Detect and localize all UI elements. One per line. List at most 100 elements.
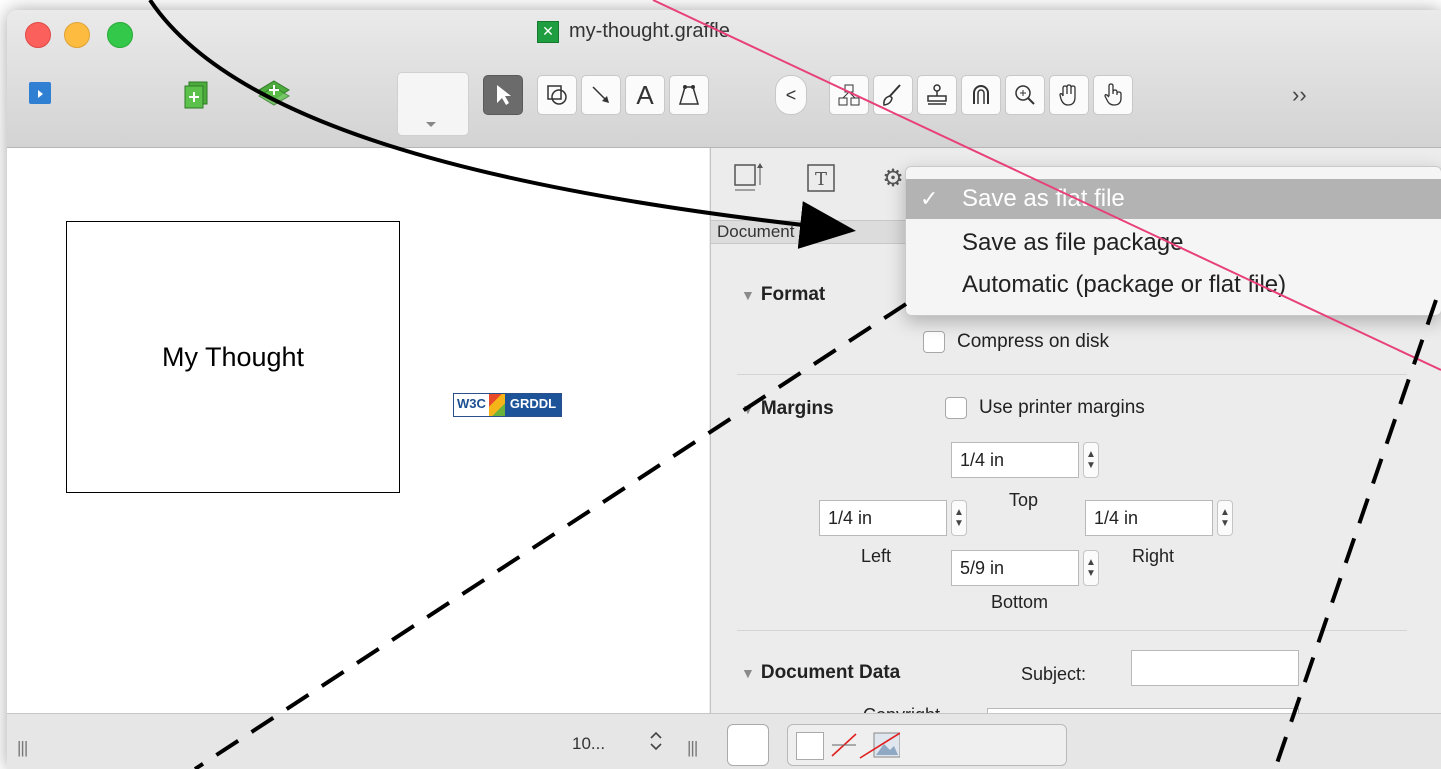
new-layer-icon xyxy=(258,80,290,106)
drawing-canvas[interactable]: My Thought W3C GRDDL xyxy=(7,148,709,713)
chevron-left-icon: < xyxy=(785,84,797,105)
w3c-grddl-badge[interactable]: W3C GRDDL xyxy=(453,393,563,417)
style-brush-tool-button[interactable] xyxy=(873,75,913,115)
pen-tool-button[interactable] xyxy=(669,75,709,115)
menu-item-save-as-file-package[interactable]: Save as file package xyxy=(906,223,1441,263)
window-title: ✕ my-thought.graffle xyxy=(537,20,730,43)
hand-tool-button[interactable] xyxy=(1049,75,1089,115)
close-window-button[interactable] xyxy=(25,22,51,48)
selection-tool-button[interactable] xyxy=(483,75,523,115)
disclosure-triangle-icon: ▼ xyxy=(741,287,755,303)
left-margin-field[interactable]: 1/4 in xyxy=(819,500,947,536)
text-box-icon: T xyxy=(807,164,835,192)
arrow-pointer-icon xyxy=(497,85,511,105)
double-chevron-icon: ›› xyxy=(1292,82,1307,107)
minimize-window-button[interactable] xyxy=(64,22,90,48)
style-tray-button[interactable] xyxy=(397,72,469,136)
zoom-tool-button[interactable] xyxy=(1005,75,1045,115)
style-brush-icon xyxy=(883,84,901,106)
gear-icon: ⚙ xyxy=(882,164,904,192)
subject-field[interactable] xyxy=(1131,650,1299,686)
fill-style-control[interactable] xyxy=(787,724,1067,766)
diagram-tree-icon xyxy=(838,84,860,106)
up-down-chevron-icon xyxy=(650,731,662,751)
left-margin-stepper[interactable]: ▲ ▼ xyxy=(951,500,967,536)
disclosure-triangle-icon: ▼ xyxy=(741,401,755,417)
tab-geometry[interactable] xyxy=(733,162,765,194)
rubber-stamp-icon xyxy=(927,84,947,105)
app-window: ✕ my-thought.graffle A < ›› My Thought W… xyxy=(7,10,1441,769)
margins-section-title[interactable]: ▼ Margins xyxy=(741,398,834,420)
badge-w3c-text: W3C xyxy=(454,394,489,416)
top-margin-field[interactable]: 1/4 in xyxy=(951,442,1079,478)
bottom-margin-label: Bottom xyxy=(991,592,1049,612)
use-printer-margins-checkbox[interactable] xyxy=(945,397,967,419)
bezier-pen-icon xyxy=(678,85,700,105)
text-a-icon: A xyxy=(636,79,654,110)
bottom-margin-stepper[interactable]: ▲ ▼ xyxy=(1083,550,1099,586)
new-canvas-icon xyxy=(184,81,208,109)
pointing-hand-icon xyxy=(1104,83,1122,106)
zoom-level[interactable]: 10... xyxy=(572,734,605,754)
graffle-document-icon: ✕ xyxy=(537,20,559,43)
menu-item-save-as-flat-file[interactable]: ✓ Save as flat file xyxy=(906,179,1441,219)
toolbar-overflow-button[interactable]: ›› xyxy=(1292,82,1307,108)
zoom-window-button[interactable] xyxy=(107,22,133,48)
text-tool-button[interactable]: A xyxy=(625,75,665,115)
magnet-icon xyxy=(973,85,989,104)
disclosure-triangle-icon: ▼ xyxy=(741,665,755,681)
section-divider xyxy=(737,374,1407,375)
shape-tool-button[interactable] xyxy=(537,75,577,115)
tab-text[interactable]: T xyxy=(805,162,837,194)
new-layer-button[interactable] xyxy=(257,78,291,108)
document-name: my-thought.graffle xyxy=(569,20,730,42)
w3c-cube-icon xyxy=(488,394,505,416)
left-grip[interactable]: ||| xyxy=(17,738,28,758)
bottom-margin-field[interactable]: 5/9 in xyxy=(951,550,1079,586)
line-arrow-icon xyxy=(592,86,609,103)
file-format-popup-menu: ✓ Save as flat file Save as file package… xyxy=(905,166,1441,316)
status-bar: ||| 10... ||| xyxy=(7,713,1441,769)
hand-icon xyxy=(1059,84,1076,106)
title-toolbar: ✕ my-thought.graffle A < ›› xyxy=(7,10,1441,148)
browse-tool-button[interactable] xyxy=(1093,75,1133,115)
magnet-tool-button[interactable] xyxy=(961,75,1001,115)
shape-text: My Thought xyxy=(161,341,305,372)
format-section-title[interactable]: ▼ Format xyxy=(741,284,825,306)
right-margin-label: Right xyxy=(1132,546,1175,566)
sidebar-toggle-button[interactable] xyxy=(29,82,53,106)
right-margin-stepper[interactable]: ▲ ▼ xyxy=(1217,500,1233,536)
copyright-label: Copyright xyxy=(863,705,940,713)
new-canvas-button[interactable] xyxy=(183,80,213,110)
compress-on-disk-row[interactable]: Compress on disk xyxy=(923,331,1109,353)
line-tool-button[interactable] xyxy=(581,75,621,115)
fill-color-swatch xyxy=(796,732,824,760)
checkmark-icon: ✓ xyxy=(920,186,939,211)
subject-label: Subject: xyxy=(1021,664,1087,684)
compress-on-disk-checkbox[interactable] xyxy=(923,331,945,353)
thought-shape[interactable]: My Thought xyxy=(66,221,400,493)
menu-item-automatic[interactable]: Automatic (package or flat file) xyxy=(906,265,1441,305)
top-margin-label: Top xyxy=(1009,490,1039,510)
svg-text:T: T xyxy=(815,169,827,190)
use-printer-margins-label: Use printer margins xyxy=(979,397,1145,418)
right-margin-field[interactable]: 1/4 in xyxy=(1085,500,1213,536)
zoom-stepper[interactable] xyxy=(647,730,665,757)
shape-icon xyxy=(547,85,567,105)
compress-on-disk-label: Compress on disk xyxy=(957,331,1110,352)
no-fill-image-icon xyxy=(831,732,900,759)
diagram-tool-button[interactable] xyxy=(829,75,869,115)
badge-grddl-text: GRDDL xyxy=(504,394,562,416)
use-printer-margins-row[interactable]: Use printer margins xyxy=(945,397,1145,419)
section-divider xyxy=(737,630,1407,631)
diagram-tool-back-button[interactable]: < xyxy=(775,75,807,115)
top-margin-stepper[interactable]: ▲ ▼ xyxy=(1083,442,1099,478)
magnifier-zoom-icon xyxy=(1015,85,1035,105)
sidebar-icon xyxy=(29,82,51,104)
document-data-section-title[interactable]: ▼ Document Data xyxy=(741,662,900,684)
geometry-icon xyxy=(734,163,763,191)
rubber-stamp-tool-button[interactable] xyxy=(917,75,957,115)
left-margin-label: Left xyxy=(861,546,892,566)
stroke-color-well[interactable] xyxy=(727,724,769,766)
right-grip[interactable]: ||| xyxy=(687,738,698,758)
